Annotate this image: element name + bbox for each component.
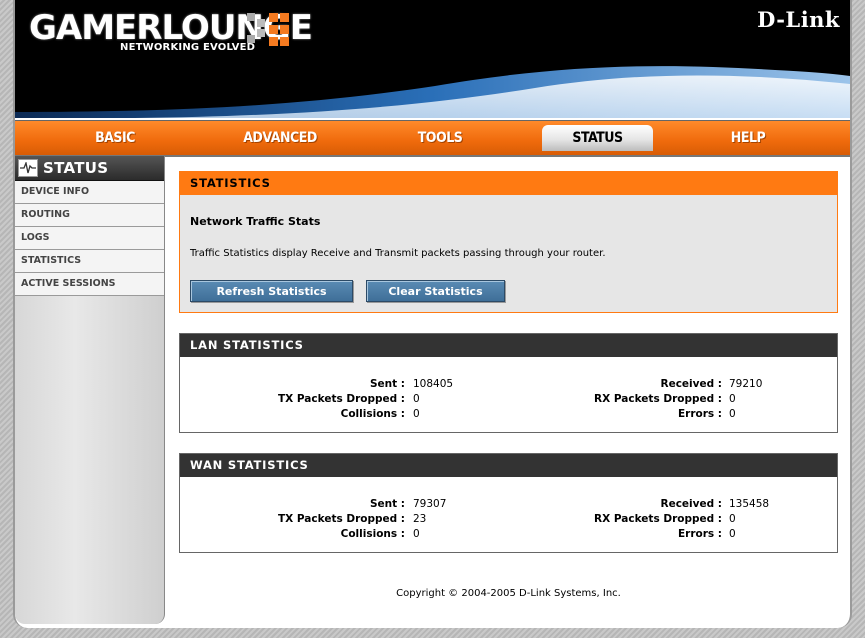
wan-rx-dropped-value: 0 (729, 513, 736, 525)
sidebar: STATUS DEVICE INFO ROUTING LOGS STATISTI… (15, 156, 165, 624)
wan-sent-label: Sent : (369, 498, 405, 510)
lan-stats-grid: Sent : 108405 TX Packets Dropped : 0 Col… (180, 334, 837, 432)
lan-statistics-panel: LAN STATISTICS Sent : 108405 TX Packets … (179, 333, 838, 433)
tab-tools[interactable]: TOOLS (390, 125, 490, 151)
sidebar-item-statistics[interactable]: STATISTICS (15, 250, 164, 273)
lan-received-label: Received : (660, 378, 723, 390)
sidebar-item-logs[interactable]: LOGS (15, 227, 164, 250)
refresh-statistics-button[interactable]: Refresh Statistics (190, 280, 353, 302)
lan-collisions-label: Collisions : (340, 408, 405, 420)
copyright-footer: Copyright © 2004-2005 D-Link Systems, In… (396, 588, 621, 599)
wan-errors-label: Errors : (677, 528, 722, 540)
wan-errors-value: 0 (729, 528, 736, 540)
sidebar-item-active-sessions[interactable]: ACTIVE SESSIONS (15, 273, 164, 296)
lan-tx-dropped-value: 0 (413, 393, 420, 405)
logo-mark-icon (247, 13, 289, 46)
sidebar-item-routing[interactable]: ROUTING (15, 204, 164, 227)
sidebar-item-device-info[interactable]: DEVICE INFO (15, 181, 164, 204)
wan-rx-dropped-label: RX Packets Dropped : (594, 513, 722, 525)
tab-basic[interactable]: BASIC (65, 125, 165, 151)
statistics-title: STATISTICS (180, 172, 837, 195)
wan-tx-dropped-value: 23 (413, 513, 427, 525)
lan-collisions-value: 0 (413, 408, 420, 420)
wan-collisions-value: 0 (413, 528, 420, 540)
lan-sent-label: Sent : (369, 378, 405, 390)
lan-received-value: 79210 (729, 378, 763, 390)
wan-tx-dropped-label: TX Packets Dropped : (277, 513, 405, 525)
lan-errors-label: Errors : (677, 408, 722, 420)
statistics-subtitle: Network Traffic Stats (190, 215, 321, 228)
lan-errors-value: 0 (729, 408, 736, 420)
wan-collisions-label: Collisions : (340, 528, 405, 540)
main-nav: BASIC ADVANCED TOOLS STATUS HELP (15, 120, 850, 157)
wan-stats-grid: Sent : 79307 TX Packets Dropped : 23 Col… (180, 454, 837, 552)
sidebar-header: STATUS (15, 156, 164, 181)
dlink-logo: D-Link (757, 7, 840, 32)
lan-rx-dropped-value: 0 (729, 393, 736, 405)
pulse-icon (18, 159, 38, 177)
statistics-description: Traffic Statistics display Receive and T… (190, 248, 606, 259)
wan-statistics-panel: WAN STATISTICS Sent : 79307 TX Packets D… (179, 453, 838, 553)
wan-received-label: Received : (660, 498, 723, 510)
tab-advanced[interactable]: ADVANCED (225, 125, 335, 151)
header-banner: GAMERLOUNGE NETWORKING EVOLVED D-Link (15, 0, 850, 118)
lan-tx-dropped-label: TX Packets Dropped : (277, 393, 405, 405)
clear-statistics-button[interactable]: Clear Statistics (366, 280, 505, 302)
tab-status[interactable]: STATUS (542, 125, 653, 151)
sidebar-title: STATUS (43, 159, 109, 177)
lan-rx-dropped-label: RX Packets Dropped : (594, 393, 722, 405)
lan-sent-value: 108405 (413, 378, 454, 390)
router-page: GAMERLOUNGE NETWORKING EVOLVED D-Link BA… (13, 0, 852, 628)
statistics-panel: STATISTICS Network Traffic Stats Traffic… (179, 171, 838, 313)
wan-received-value: 135458 (729, 498, 770, 510)
logo-tagline: NETWORKING EVOLVED (120, 42, 256, 53)
tab-help[interactable]: HELP (698, 125, 798, 151)
wan-sent-value: 79307 (413, 498, 447, 510)
